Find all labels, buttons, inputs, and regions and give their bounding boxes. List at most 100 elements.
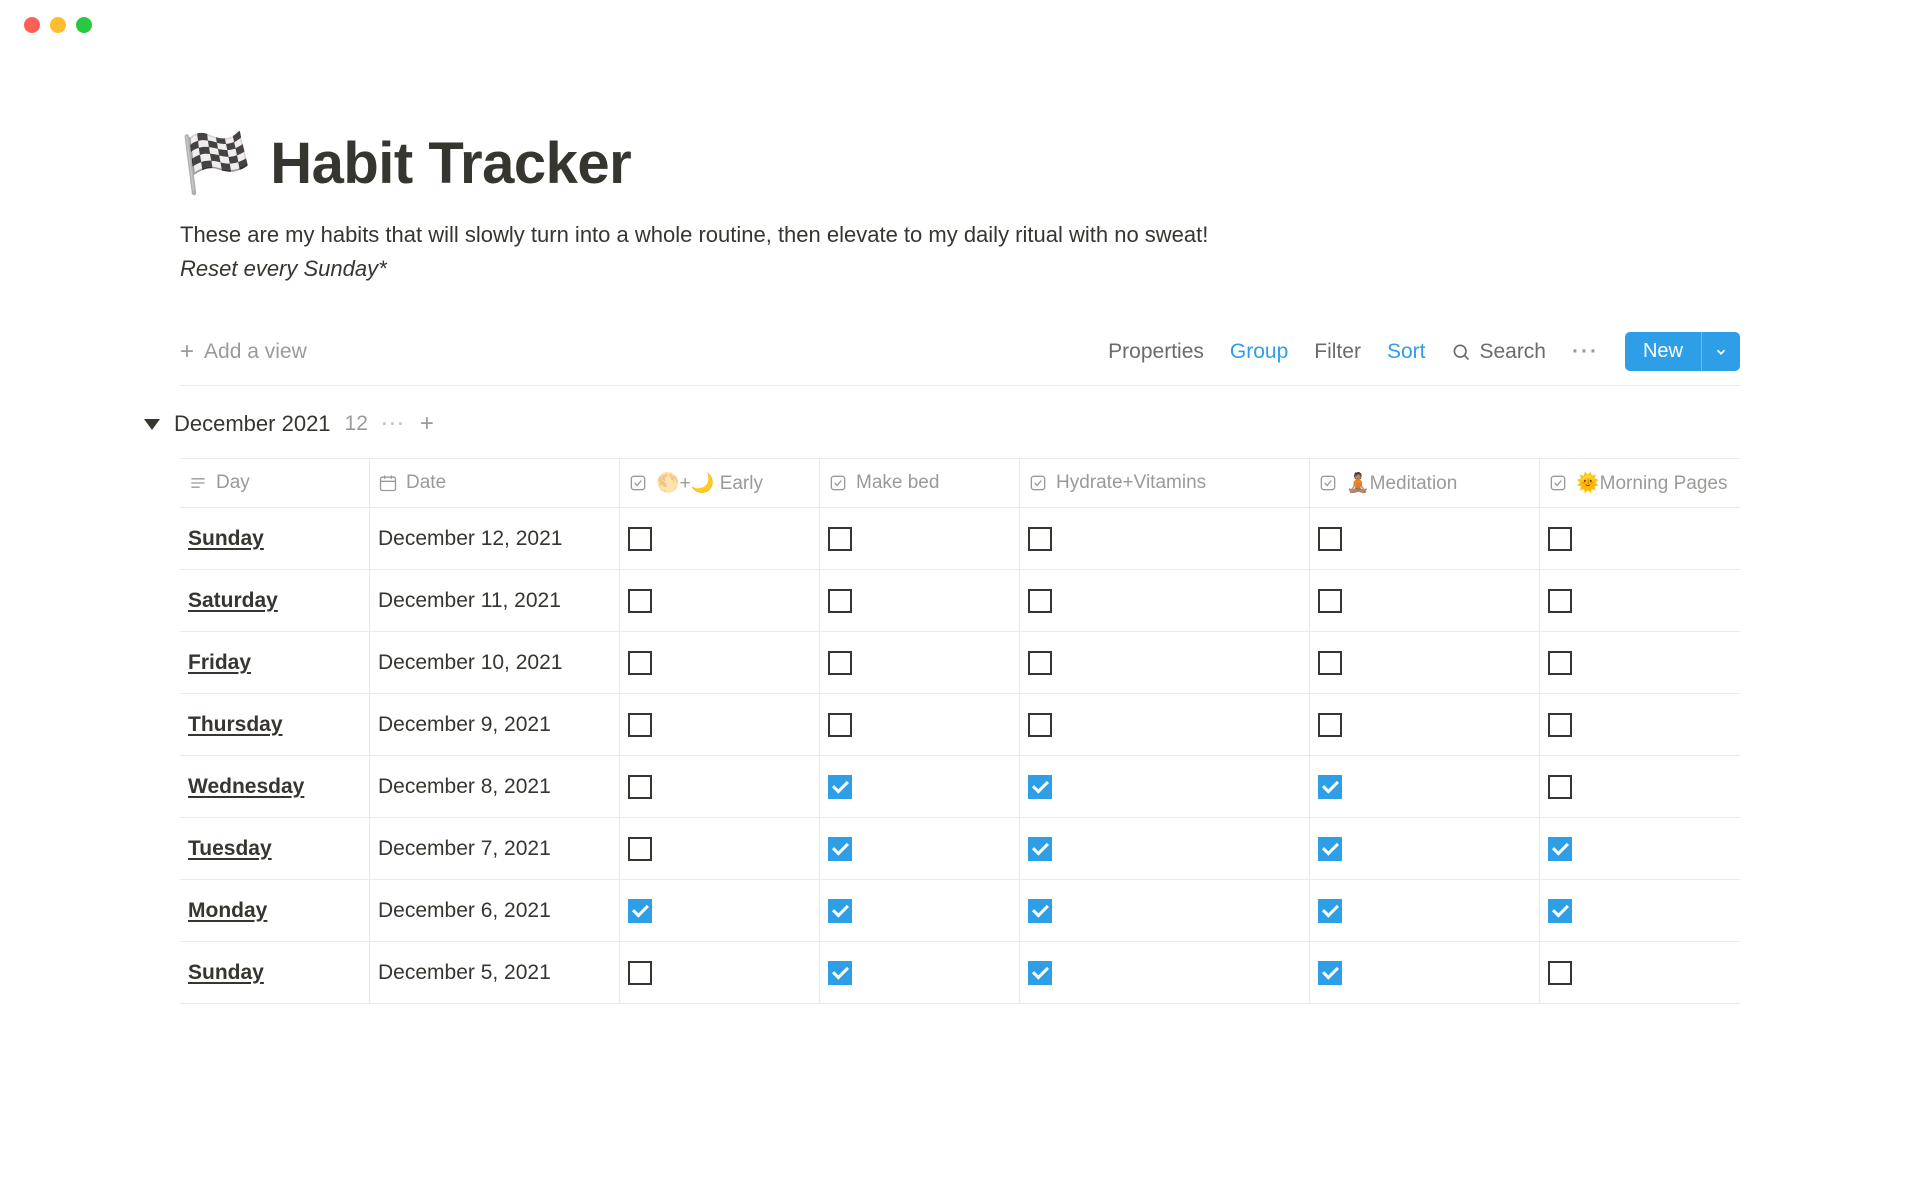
day-cell[interactable]: Tuesday (180, 818, 370, 879)
date-cell[interactable]: December 11, 2021 (370, 570, 620, 631)
checkbox-cell (1540, 508, 1740, 569)
habit-checkbox[interactable] (1548, 651, 1572, 675)
checkbox-cell (620, 818, 820, 879)
new-button[interactable]: New (1625, 332, 1740, 371)
group-header[interactable]: December 2021 12 ··· + (144, 410, 1740, 438)
collapse-toggle-icon[interactable] (144, 419, 160, 430)
habit-checkbox[interactable] (628, 713, 652, 737)
date-cell[interactable]: December 9, 2021 (370, 694, 620, 755)
habit-checkbox[interactable] (828, 775, 852, 799)
habit-checkbox[interactable] (1548, 961, 1572, 985)
habit-checkbox[interactable] (1548, 589, 1572, 613)
day-cell[interactable]: Sunday (180, 942, 370, 1003)
habit-checkbox[interactable] (828, 527, 852, 551)
more-options-button[interactable]: ··· (1572, 340, 1599, 364)
habit-checkbox[interactable] (628, 589, 652, 613)
table-row[interactable]: TuesdayDecember 7, 2021 (180, 818, 1740, 880)
habit-checkbox[interactable] (628, 961, 652, 985)
table-row[interactable]: MondayDecember 6, 2021 (180, 880, 1740, 942)
group-add-button[interactable]: + (420, 410, 434, 438)
column-header[interactable]: Hydrate+Vitamins (1020, 459, 1310, 507)
filter-button[interactable]: Filter (1314, 340, 1361, 364)
column-header[interactable]: Date (370, 459, 620, 507)
column-header[interactable]: Day (180, 459, 370, 507)
table-row[interactable]: SundayDecember 12, 2021 (180, 508, 1740, 570)
habit-checkbox[interactable] (628, 527, 652, 551)
search-button[interactable]: Search (1451, 340, 1546, 364)
habit-checkbox[interactable] (828, 837, 852, 861)
habit-checkbox[interactable] (1548, 775, 1572, 799)
habit-checkbox[interactable] (1548, 837, 1572, 861)
habit-checkbox[interactable] (1318, 713, 1342, 737)
habit-checkbox[interactable] (628, 837, 652, 861)
page-header: 🏁 Habit Tracker (180, 130, 1740, 197)
maximize-window-button[interactable] (76, 17, 92, 33)
sort-button[interactable]: Sort (1387, 340, 1426, 364)
habit-checkbox[interactable] (1028, 713, 1052, 737)
page-emoji-icon[interactable]: 🏁 (180, 135, 252, 193)
day-cell[interactable]: Monday (180, 880, 370, 941)
habit-checkbox[interactable] (628, 651, 652, 675)
habit-checkbox[interactable] (628, 899, 652, 923)
table-row[interactable]: SaturdayDecember 11, 2021 (180, 570, 1740, 632)
habit-checkbox[interactable] (1548, 713, 1572, 737)
properties-button[interactable]: Properties (1108, 340, 1204, 364)
habit-checkbox[interactable] (828, 899, 852, 923)
day-cell[interactable]: Saturday (180, 570, 370, 631)
habit-checkbox[interactable] (1028, 527, 1052, 551)
search-icon (1451, 342, 1471, 362)
group-button[interactable]: Group (1230, 340, 1288, 364)
page-title[interactable]: Habit Tracker (270, 130, 631, 197)
page-note[interactable]: Reset every Sunday* (180, 256, 1740, 282)
habit-checkbox[interactable] (1318, 775, 1342, 799)
habit-checkbox[interactable] (1548, 527, 1572, 551)
group-more-button[interactable]: ··· (382, 414, 406, 435)
habit-checkbox[interactable] (1318, 651, 1342, 675)
habit-checkbox[interactable] (1028, 837, 1052, 861)
day-cell[interactable]: Sunday (180, 508, 370, 569)
habit-checkbox[interactable] (828, 589, 852, 613)
habit-checkbox[interactable] (828, 651, 852, 675)
day-cell[interactable]: Friday (180, 632, 370, 693)
habit-checkbox[interactable] (828, 713, 852, 737)
habit-checkbox[interactable] (1028, 899, 1052, 923)
new-button-dropdown[interactable] (1701, 332, 1740, 371)
date-cell[interactable]: December 6, 2021 (370, 880, 620, 941)
habit-checkbox[interactable] (628, 775, 652, 799)
minimize-window-button[interactable] (50, 17, 66, 33)
column-header[interactable]: 🌕+🌙 Early (620, 459, 820, 507)
date-cell[interactable]: December 5, 2021 (370, 942, 620, 1003)
page-description[interactable]: These are my habits that will slowly tur… (180, 217, 1740, 252)
habit-checkbox[interactable] (1318, 961, 1342, 985)
habit-checkbox[interactable] (1028, 961, 1052, 985)
day-cell[interactable]: Thursday (180, 694, 370, 755)
table-row[interactable]: SundayDecember 5, 2021 (180, 942, 1740, 1004)
date-cell[interactable]: December 7, 2021 (370, 818, 620, 879)
checkbox-cell (620, 570, 820, 631)
table-row[interactable]: FridayDecember 10, 2021 (180, 632, 1740, 694)
table-row[interactable]: ThursdayDecember 9, 2021 (180, 694, 1740, 756)
column-label: Date (406, 472, 446, 494)
date-cell[interactable]: December 12, 2021 (370, 508, 620, 569)
day-cell[interactable]: Wednesday (180, 756, 370, 817)
habit-checkbox[interactable] (1548, 899, 1572, 923)
add-view-button[interactable]: + Add a view (180, 338, 307, 366)
close-window-button[interactable] (24, 17, 40, 33)
date-cell[interactable]: December 8, 2021 (370, 756, 620, 817)
habit-checkbox[interactable] (1028, 775, 1052, 799)
habit-checkbox[interactable] (1318, 527, 1342, 551)
habit-checkbox[interactable] (1318, 899, 1342, 923)
checkbox-cell (820, 880, 1020, 941)
habit-checkbox[interactable] (1318, 837, 1342, 861)
habit-checkbox[interactable] (1318, 589, 1342, 613)
column-header[interactable]: Make bed (820, 459, 1020, 507)
group-title: December 2021 (174, 411, 331, 437)
date-cell[interactable]: December 10, 2021 (370, 632, 620, 693)
habit-checkbox[interactable] (1028, 651, 1052, 675)
habit-checkbox[interactable] (828, 961, 852, 985)
table-row[interactable]: WednesdayDecember 8, 2021 (180, 756, 1740, 818)
checkbox-cell (820, 508, 1020, 569)
habit-checkbox[interactable] (1028, 589, 1052, 613)
column-header[interactable]: 🧘🏽Meditation (1310, 459, 1540, 507)
column-header[interactable]: 🌞Morning Pages (1540, 459, 1740, 507)
